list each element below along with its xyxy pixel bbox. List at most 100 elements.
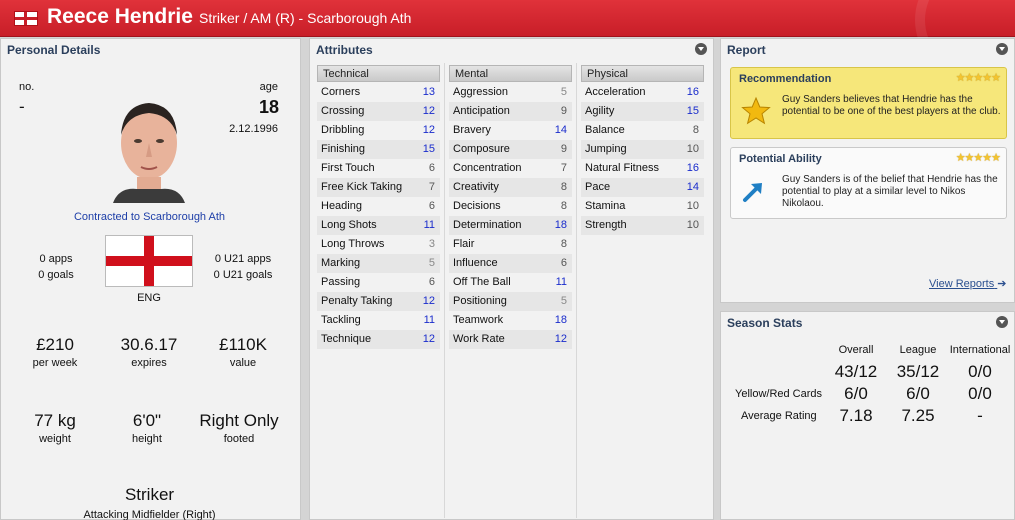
market-value: £110K <box>219 335 267 354</box>
attribute-row-penalty-taking[interactable]: Penalty Taking 12 <box>317 292 440 311</box>
attribute-value: 8 <box>560 181 567 193</box>
attribute-row-creativity[interactable]: Creativity 8 <box>449 178 572 197</box>
attribute-row-agility[interactable]: Agility 15 <box>581 102 704 121</box>
personal-details-title: Personal Details <box>7 43 101 57</box>
recommendation-card[interactable]: Recommendation ★★★★★ Guy Sanders believe… <box>730 67 1007 139</box>
report-panel: Report Recommendation ★★★★★ Guy Sanders … <box>720 38 1015 303</box>
report-title: Report <box>727 43 766 57</box>
attribute-row-finishing[interactable]: Finishing 15 <box>317 140 440 159</box>
attribute-value: 6 <box>428 200 435 212</box>
attribute-row-positioning[interactable]: Positioning 5 <box>449 292 572 311</box>
attribute-name: Marking <box>321 257 361 269</box>
age-value: 18 <box>258 97 279 117</box>
attribute-row-jumping[interactable]: Jumping 10 <box>581 140 704 159</box>
attribute-row-tackling[interactable]: Tackling 11 <box>317 311 440 330</box>
attribute-row-corners[interactable]: Corners 13 <box>317 83 440 102</box>
attribute-value: 9 <box>560 143 567 155</box>
attribute-row-off-the-ball[interactable]: Off The Ball 11 <box>449 273 572 292</box>
attribute-name: Long Throws <box>321 238 385 250</box>
attribute-row-bravery[interactable]: Bravery 14 <box>449 121 572 140</box>
attribute-row-acceleration[interactable]: Acceleration 16 <box>581 83 704 102</box>
attribute-row-strength[interactable]: Strength 10 <box>581 216 704 235</box>
attribute-name: Pace <box>585 181 611 193</box>
view-reports-link[interactable]: View Reports ➔ <box>929 277 1007 290</box>
attribute-name: Tackling <box>321 314 361 326</box>
attribute-row-marking[interactable]: Marking 5 <box>317 254 440 273</box>
mental-header[interactable]: Mental <box>449 65 572 82</box>
age-label: age <box>259 81 278 93</box>
header-league: League <box>899 344 937 356</box>
attributes-panel: Attributes Technical Mental Physical Cor… <box>309 38 714 520</box>
attribute-row-aggression[interactable]: Aggression 5 <box>449 83 572 102</box>
player-header: Reece Hendrie Striker / AM (R) - Scarbor… <box>0 0 1015 80</box>
attribute-row-long-shots[interactable]: Long Shots 11 <box>317 216 440 235</box>
attribute-row-technique[interactable]: Technique 12 <box>317 330 440 349</box>
attribute-row-concentration[interactable]: Concentration 7 <box>449 159 572 178</box>
attribute-row-first-touch[interactable]: First Touch 6 <box>317 159 440 178</box>
attribute-value: 15 <box>686 105 699 117</box>
column-divider <box>576 63 577 518</box>
market-value-label: value <box>229 357 257 369</box>
arrow-right-icon: ➔ <box>997 278 1007 290</box>
attribute-value: 12 <box>422 105 435 117</box>
attribute-value: 8 <box>692 124 699 136</box>
attribute-name: Aggression <box>453 86 509 98</box>
attribute-row-long-throws[interactable]: Long Throws 3 <box>317 235 440 254</box>
height-value: 6'0" <box>132 411 162 430</box>
attribute-name: Work Rate <box>453 333 505 345</box>
attribute-row-teamwork[interactable]: Teamwork 18 <box>449 311 572 330</box>
attribute-value: 6 <box>560 257 567 269</box>
attribute-name: Decisions <box>453 200 501 212</box>
attribute-name: Stamina <box>585 200 626 212</box>
attribute-row-composure[interactable]: Composure 9 <box>449 140 572 159</box>
nation-flag <box>105 235 193 287</box>
recommendation-stars: ★★★★★ <box>955 72 1001 84</box>
technical-header[interactable]: Technical <box>317 65 440 82</box>
attribute-row-heading[interactable]: Heading 6 <box>317 197 440 216</box>
attribute-name: Crossing <box>321 105 365 117</box>
recommendation-text: Guy Sanders believes that Hendrie has th… <box>782 94 1001 117</box>
attributes-menu-dropdown-icon[interactable] <box>695 43 707 55</box>
attribute-row-free-kick-taking[interactable]: Free Kick Taking 7 <box>317 178 440 197</box>
attribute-name: Influence <box>453 257 498 269</box>
attribute-row-passing[interactable]: Passing 6 <box>317 273 440 292</box>
contract-status: Contracted to Scarborough Ath <box>73 211 226 223</box>
weight-label: weight <box>39 433 71 445</box>
attribute-row-anticipation[interactable]: Anticipation 9 <box>449 102 572 121</box>
potential-ability-card[interactable]: Potential Ability ★★★★★ Guy Sanders is o… <box>730 147 1007 219</box>
attribute-row-flair[interactable]: Flair 8 <box>449 235 572 254</box>
attribute-name: Dribbling <box>321 124 365 136</box>
attribute-row-decisions[interactable]: Decisions 8 <box>449 197 572 216</box>
attribute-value: 16 <box>686 162 699 174</box>
attribute-row-natural-fitness[interactable]: Natural Fitness 16 <box>581 159 704 178</box>
england-flag-icon <box>14 11 38 26</box>
attribute-row-work-rate[interactable]: Work Rate 12 <box>449 330 572 349</box>
attribute-row-stamina[interactable]: Stamina 10 <box>581 197 704 216</box>
report-menu-dropdown-icon[interactable] <box>996 43 1008 55</box>
attribute-value: 7 <box>560 162 567 174</box>
attribute-row-influence[interactable]: Influence 6 <box>449 254 572 273</box>
season-stats-menu-dropdown-icon[interactable] <box>996 316 1008 328</box>
attribute-value: 5 <box>428 257 435 269</box>
potential-ability-text: Guy Sanders is of the belief that Hendri… <box>782 174 998 209</box>
stat-label: Average Rating <box>741 410 817 422</box>
column-divider <box>444 63 445 518</box>
attribute-row-determination[interactable]: Determination 18 <box>449 216 572 235</box>
primary-position: Striker <box>124 485 175 504</box>
attribute-value: 16 <box>686 86 699 98</box>
attribute-row-dribbling[interactable]: Dribbling 12 <box>317 121 440 140</box>
attribute-value: 14 <box>554 124 567 136</box>
attribute-value: 6 <box>428 162 435 174</box>
attribute-row-balance[interactable]: Balance 8 <box>581 121 704 140</box>
attribute-name: Flair <box>453 238 475 250</box>
attribute-row-pace[interactable]: Pace 14 <box>581 178 704 197</box>
player-name: Reece Hendrie <box>47 5 193 28</box>
secondary-position: Attacking Midfielder (Right) <box>83 509 216 520</box>
arrow-up-right-icon <box>743 183 762 202</box>
attribute-row-crossing[interactable]: Crossing 12 <box>317 102 440 121</box>
apps-goals-overall: 43/12 <box>834 362 878 381</box>
attribute-value: 11 <box>555 276 567 288</box>
physical-header[interactable]: Physical <box>581 65 704 82</box>
attribute-name: Finishing <box>321 143 366 155</box>
attributes-title: Attributes <box>316 43 373 57</box>
